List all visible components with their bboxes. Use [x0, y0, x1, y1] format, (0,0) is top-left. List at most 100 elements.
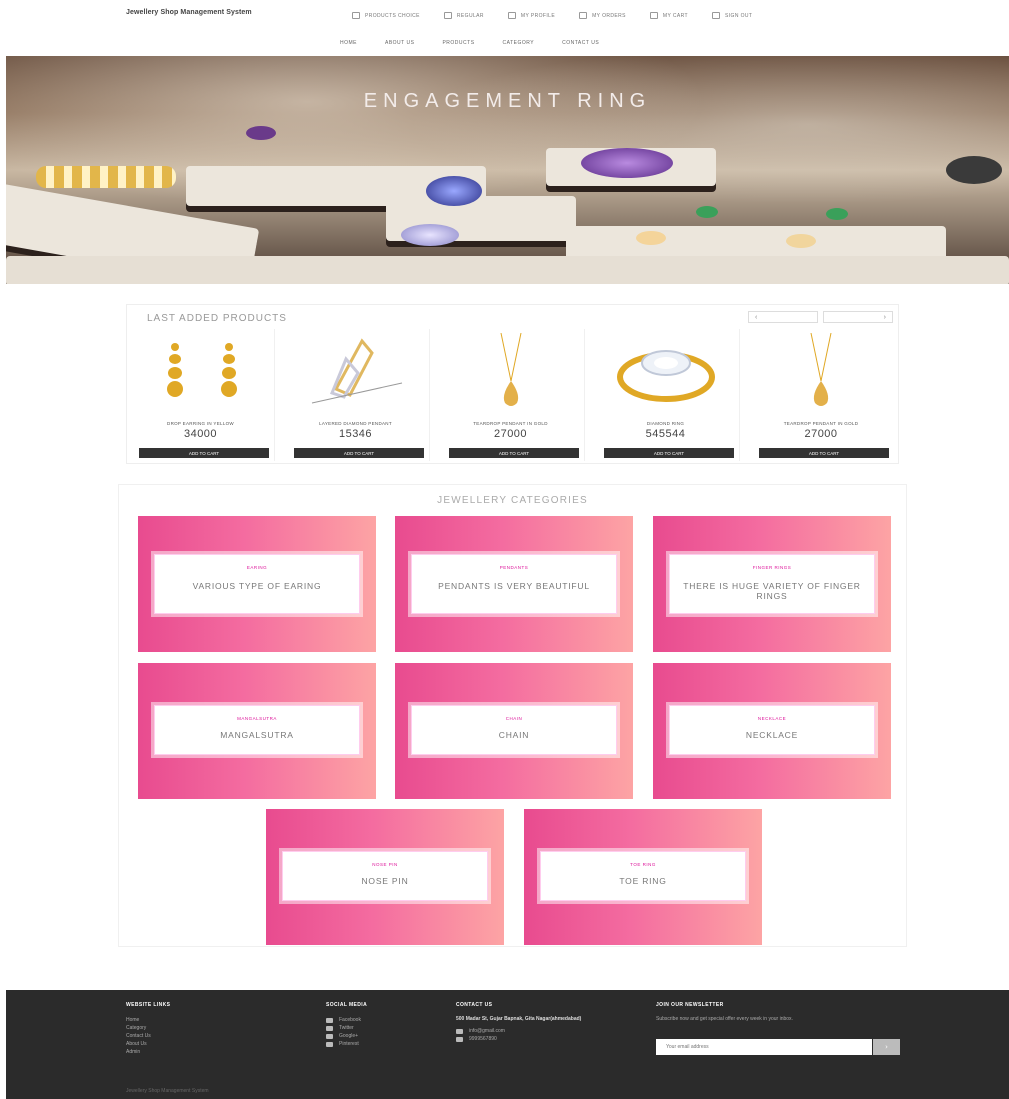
- top-link-label: PRODUCTS CHOICE: [365, 12, 420, 19]
- category-caption: EARING VARIOUS TYPE OF EARING: [154, 554, 360, 614]
- dark-ring: [946, 156, 1002, 184]
- nav-category[interactable]: CATEGORY: [503, 40, 535, 46]
- google-plus-icon: [326, 1033, 333, 1039]
- category-caption: CHAIN CHAIN: [411, 705, 617, 755]
- product-card[interactable]: TEARDROP PENDANT IN GOLD 27000 ADD TO CA…: [747, 329, 895, 461]
- footer-link-about-us[interactable]: About Us: [126, 1040, 170, 1048]
- facebook-icon: [326, 1017, 333, 1023]
- gold-earring: [786, 234, 816, 248]
- sapphire-ring: [426, 176, 482, 206]
- hero-banner: ENGAGEMENT RING: [6, 56, 1009, 284]
- emerald-earring: [696, 206, 718, 218]
- gem-stone: [246, 126, 276, 140]
- nav-about-us[interactable]: ABOUT US: [385, 40, 414, 46]
- carousel-next-button[interactable]: ›: [823, 311, 893, 323]
- top-link-my-profile[interactable]: MY PROFILE: [507, 12, 556, 19]
- top-link-sign-out[interactable]: SIGN OUT: [712, 12, 752, 19]
- footer-link-contact-us[interactable]: Contact Us: [126, 1032, 170, 1040]
- product-name: TEARDROP PENDANT IN GOLD: [473, 421, 548, 426]
- product-card[interactable]: LAYERED DIAMOND PENDANT 15346 ADD TO CAR…: [282, 329, 430, 461]
- top-link-my-cart[interactable]: MY CART: [649, 12, 689, 19]
- footer-heading: WEBSITE LINKS: [126, 1002, 171, 1008]
- category-caption: NECKLACE NECKLACE: [669, 705, 875, 755]
- brand-name[interactable]: Jewellery Shop Management System: [126, 9, 252, 16]
- category-name: CHAIN: [505, 716, 523, 721]
- social-label: Facebook: [339, 1017, 361, 1023]
- section-title: LAST ADDED PRODUCTS: [147, 313, 287, 324]
- product-card[interactable]: DROP EARRING IN YELLOW 34000 ADD TO CART: [127, 329, 275, 461]
- category-card-chain[interactable]: CHAIN CHAIN: [395, 663, 633, 799]
- top-link-label: MY PROFILE: [520, 12, 556, 19]
- amethyst-ring: [581, 148, 673, 178]
- category-card-earing[interactable]: EARING VARIOUS TYPE OF EARING: [138, 516, 376, 652]
- category-card-mangalsutra[interactable]: MANGALSUTRA MANGALSUTRA: [138, 663, 376, 799]
- newsletter-email-input[interactable]: [656, 1039, 872, 1055]
- product-price: 27000: [493, 428, 528, 440]
- add-to-cart-button[interactable]: ADD TO CART: [294, 448, 424, 458]
- contact-phone[interactable]: 9999567890: [456, 1035, 606, 1043]
- product-image: [617, 350, 715, 402]
- emerald-earring: [826, 208, 848, 220]
- category-caption: MANGALSUTRA MANGALSUTRA: [154, 705, 360, 755]
- category-description: PENDANTS IS VERY BEAUTIFUL: [438, 581, 590, 591]
- display-table: [6, 256, 1009, 284]
- top-links: PRODUCTS CHOICE REGULAR MY PROFILE MY OR…: [352, 12, 752, 19]
- last-added-products: LAST ADDED PRODUCTS ‹ › DROP EARRING IN …: [126, 304, 899, 464]
- product-price: 545544: [645, 428, 686, 440]
- site-footer: WEBSITE LINKS Home Category Contact Us A…: [6, 990, 1009, 1099]
- category-card-finger-rings[interactable]: FINGER RINGS THERE IS HUGE VARIETY OF FI…: [653, 516, 891, 652]
- newsletter-submit-button[interactable]: ›: [873, 1039, 900, 1055]
- hero-title: ENGAGEMENT RING: [363, 90, 652, 112]
- add-to-cart-button[interactable]: ADD TO CART: [139, 448, 269, 458]
- social-link-twitter[interactable]: Twitter: [326, 1024, 367, 1032]
- social-link-facebook[interactable]: Facebook: [326, 1016, 367, 1024]
- footer-social-media: SOCIAL MEDIA Facebook Twitter Google+ Pi…: [326, 1002, 367, 1048]
- cart-icon: [649, 12, 658, 19]
- chevron-left-icon: ‹: [755, 313, 758, 321]
- category-description: NOSE PIN: [361, 876, 409, 886]
- category-card-nose-pin[interactable]: NOSE PIN NOSE PIN: [266, 809, 504, 945]
- chevron-right-icon: ›: [883, 313, 886, 321]
- category-description: THERE IS HUGE VARIETY OF FINGER RINGS: [683, 581, 861, 601]
- top-link-regular[interactable]: REGULAR: [443, 12, 484, 19]
- footer-heading: CONTACT US: [456, 1002, 493, 1008]
- product-card[interactable]: TEARDROP PENDANT IN GOLD 27000 ADD TO CA…: [437, 329, 585, 461]
- footer-link-admin[interactable]: Admin: [126, 1048, 170, 1056]
- nav-contact-us[interactable]: CONTACT US: [562, 40, 599, 46]
- contact-email[interactable]: info@gmail.com: [456, 1027, 606, 1035]
- box-icon: [579, 12, 588, 19]
- footer-link-category[interactable]: Category: [126, 1024, 170, 1032]
- gold-earring: [636, 231, 666, 245]
- carousel-prev-button[interactable]: ‹: [748, 311, 818, 323]
- social-label: Pinterest: [339, 1041, 359, 1047]
- category-card-toe-ring[interactable]: TOE RING TOE RING: [524, 809, 762, 945]
- social-link-pinterest[interactable]: Pinterest: [326, 1040, 367, 1048]
- newsletter-text: Subscribe now and get special offer ever…: [656, 1016, 793, 1022]
- add-to-cart-button[interactable]: ADD TO CART: [759, 448, 889, 458]
- top-link-products-choice[interactable]: PRODUCTS CHOICE: [352, 12, 420, 19]
- product-card[interactable]: DIAMOND RING 545544 ADD TO CART: [592, 329, 740, 461]
- nav-home[interactable]: HOME: [340, 40, 357, 46]
- list-icon: [352, 12, 360, 19]
- category-card-pendants[interactable]: PENDANTS PENDANTS IS VERY BEAUTIFUL: [395, 516, 633, 652]
- footer-heading: JOIN OUR NEWSLETTER: [656, 1002, 724, 1008]
- category-name: EARING: [246, 565, 268, 570]
- add-to-cart-button[interactable]: ADD TO CART: [604, 448, 734, 458]
- social-link-google-plus[interactable]: Google+: [326, 1032, 367, 1040]
- product-price: 34000: [183, 428, 218, 440]
- product-image: [500, 333, 522, 406]
- top-link-label: MY CART: [662, 12, 689, 19]
- contact-phone-text: 9999567890: [469, 1036, 497, 1042]
- category-description: NECKLACE: [745, 730, 799, 740]
- main-nav: HOME ABOUT US PRODUCTS CATEGORY CONTACT …: [340, 40, 599, 46]
- top-link-my-orders[interactable]: MY ORDERS: [579, 12, 626, 19]
- nav-products[interactable]: PRODUCTS: [442, 40, 474, 46]
- category-name: FINGER RINGS: [752, 565, 792, 570]
- section-title: JEWELLERY CATEGORIES: [437, 495, 588, 506]
- footer-link-home[interactable]: Home: [126, 1016, 170, 1024]
- category-description: CHAIN: [498, 730, 530, 740]
- category-card-necklace[interactable]: NECKLACE NECKLACE: [653, 663, 891, 799]
- category-name: NOSE PIN: [372, 862, 398, 867]
- add-to-cart-button[interactable]: ADD TO CART: [449, 448, 579, 458]
- top-link-label: REGULAR: [456, 12, 484, 19]
